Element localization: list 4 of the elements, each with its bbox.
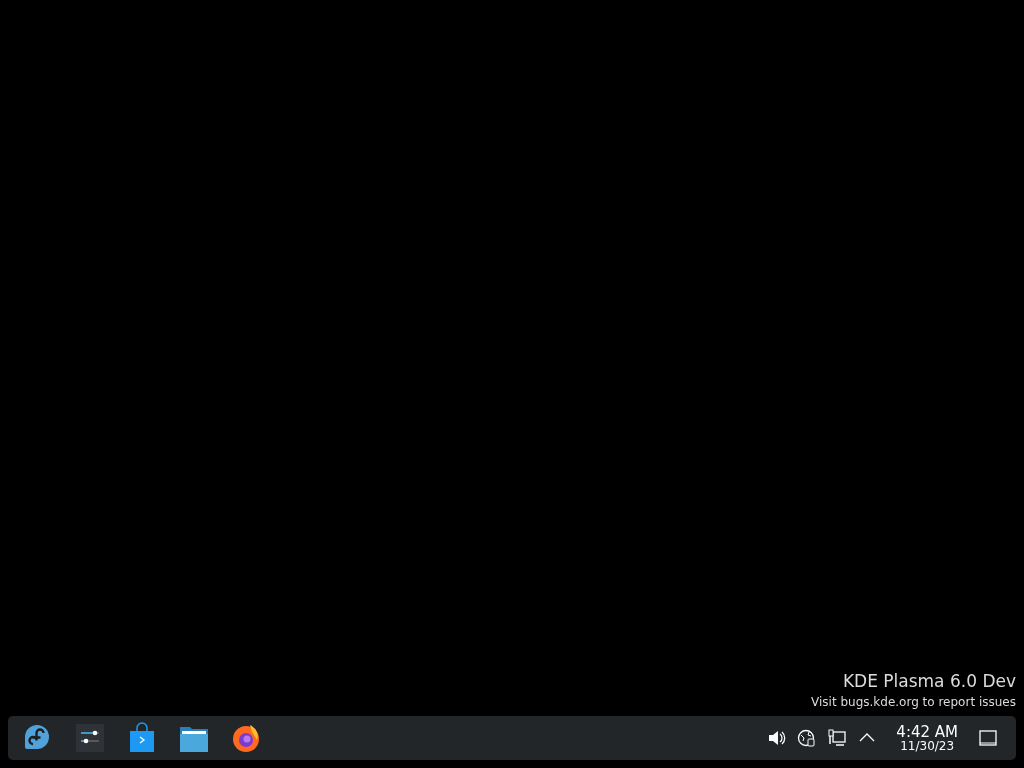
notice-title: KDE Plasma 6.0 Dev <box>842 670 1016 693</box>
clock[interactable]: 4:42 AM 11/30/23 <box>896 723 958 753</box>
notice-subtitle: Visit bugs.kde.org to report issues <box>811 694 1016 711</box>
computer-icon[interactable] <box>826 727 849 749</box>
